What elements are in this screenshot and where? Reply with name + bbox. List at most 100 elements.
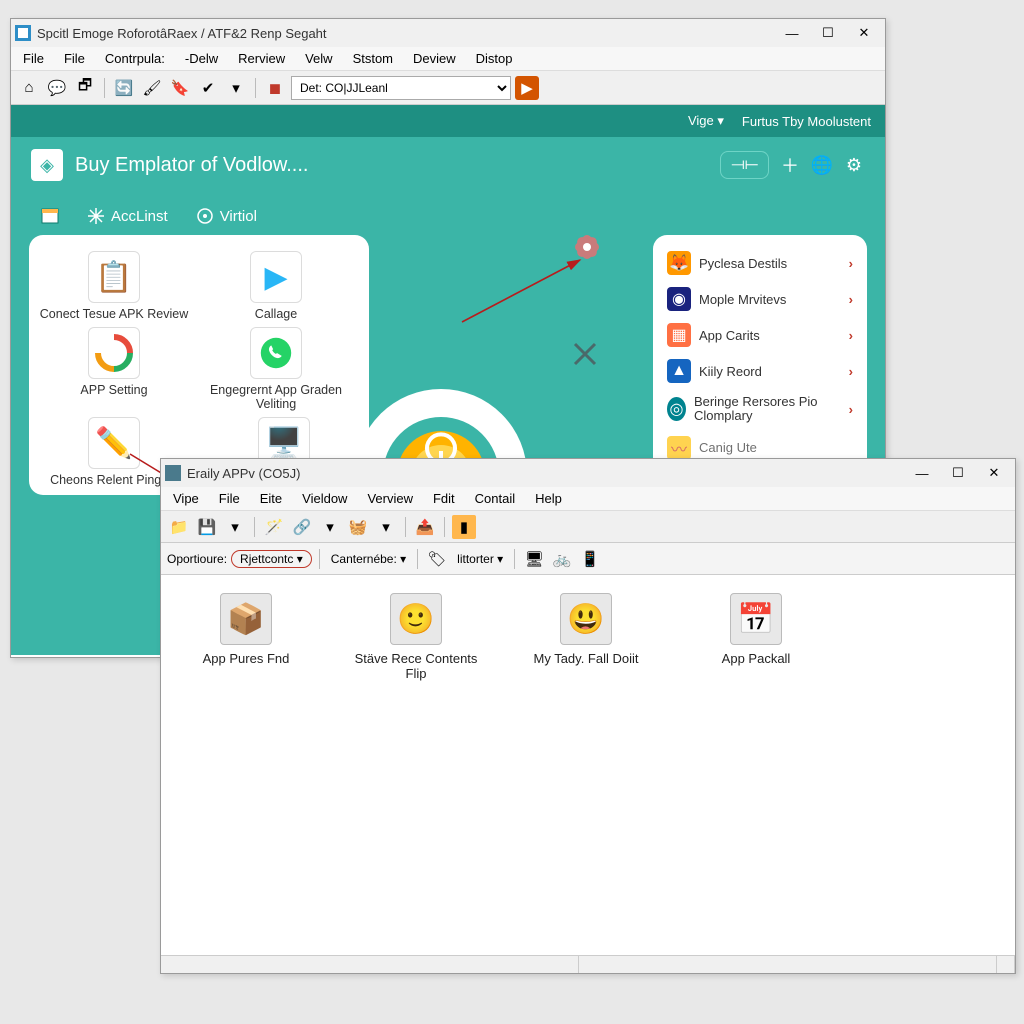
close-button[interactable]: ✕ <box>847 22 881 44</box>
left-app-panel: 📋 Conect Tesue APK Review ▶ Callage APP … <box>29 235 369 495</box>
close-button[interactable]: ✕ <box>977 462 1011 484</box>
maximize-button[interactable]: ☐ <box>811 22 845 44</box>
filter-drop-3[interactable]: littorter ▾ <box>453 552 507 566</box>
menu-deview[interactable]: Deview <box>405 49 464 68</box>
menu-delw[interactable]: -Delw <box>177 49 226 68</box>
expand-icon[interactable]: ⟞⟝ <box>720 151 769 179</box>
new-window-icon[interactable]: 🗗 <box>73 76 97 100</box>
item-app-packall[interactable]: 📅 App Packall <box>691 593 821 937</box>
top-strip-right[interactable]: Furtus Tby Moolustent <box>742 114 871 129</box>
list-label: Pyclesa Destils <box>699 256 787 271</box>
tag-icon[interactable]: 🏷 <box>425 547 449 571</box>
check-icon[interactable]: ✔ <box>196 76 220 100</box>
tab-virtiol[interactable]: Virtiol <box>196 207 257 225</box>
item-my-tady[interactable]: 😃 My Tady. Fall Doiit <box>521 593 651 937</box>
right-list-panel: 🦊 Pyclesa Destils › ◉ Mople Mrvitevs › ▦… <box>653 235 867 476</box>
list-label: Beringe Rersores Pio Clomplary <box>694 395 841 424</box>
app-callage[interactable]: ▶ Callage <box>199 251 353 321</box>
address-select[interactable]: Det: CO|JJLeanl <box>291 76 511 100</box>
link-icon[interactable]: 🔗 <box>290 515 314 539</box>
stop-icon[interactable]: ◼ <box>263 76 287 100</box>
item-stave[interactable]: 🙂 Stäve Rece Contents Flip <box>351 593 481 937</box>
item-app-pures[interactable]: 📦 App Pures Fnd <box>181 593 311 937</box>
menu-contail[interactable]: Contail <box>467 489 523 508</box>
folder-icon[interactable]: 📁 <box>167 515 191 539</box>
menu-help[interactable]: Help <box>527 489 570 508</box>
tab-acclist[interactable]: AccLinst <box>87 207 168 225</box>
menu-verview[interactable]: Verview <box>359 489 421 508</box>
menu-file[interactable]: File <box>211 489 248 508</box>
chat-icon[interactable]: 💬 <box>45 76 69 100</box>
flag-icon[interactable]: ▮ <box>452 515 476 539</box>
tab-calendar[interactable] <box>41 207 59 225</box>
pencil-icon: ✏️ <box>88 417 140 469</box>
banner-logo: ◈ <box>31 149 63 181</box>
menu-file[interactable]: File <box>15 49 52 68</box>
filter-drop-1[interactable]: Rjettcontc ▾ <box>231 550 312 568</box>
app-conect[interactable]: 📋 Conect Tesue APK Review <box>37 251 191 321</box>
list-item-kiily[interactable]: ▲ Kiily Reord › <box>661 353 859 389</box>
menu-eite[interactable]: Eite <box>252 489 290 508</box>
item-label: Stäve Rece Contents Flip <box>351 651 481 681</box>
top-strip-left[interactable]: Vige ▾ <box>688 113 724 129</box>
wand-icon[interactable]: 🪄 <box>262 515 286 539</box>
gear-icon[interactable]: ⚙ <box>843 154 865 176</box>
toolbar: ⌂ 💬 🗗 🔄 🖌 🔖 ✔ ▾ ◼ Det: CO|JJLeanl ▶ <box>11 71 885 105</box>
separator <box>444 517 445 537</box>
list-item-app-carits[interactable]: ▦ App Carits › <box>661 317 859 353</box>
list-item-pyclesa[interactable]: 🦊 Pyclesa Destils › <box>661 245 859 281</box>
app-setting[interactable]: APP Setting <box>37 327 191 411</box>
menu-distop[interactable]: Distop <box>468 49 521 68</box>
app-engagement[interactable]: Engegrernt App Graden Veliting <box>199 327 353 411</box>
chevron-down-icon[interactable]: ▾ <box>374 515 398 539</box>
app-label: Conect Tesue APK Review <box>37 307 191 321</box>
go-icon[interactable]: ▶ <box>515 76 539 100</box>
circle-icon: ◎ <box>667 397 686 421</box>
list-item-beringe[interactable]: ◎ Beringe Rersores Pio Clomplary › <box>661 389 859 430</box>
separator <box>104 78 105 98</box>
refresh-icon[interactable]: 🔄 <box>112 76 136 100</box>
bike-icon[interactable]: 🚲 <box>550 547 574 571</box>
menu-contrpula[interactable]: Contrpula: <box>97 49 173 68</box>
separator <box>405 517 406 537</box>
phone-icon[interactable]: 📱 <box>578 547 602 571</box>
toolbar: 📁 💾 ▾ 🪄 🔗 ▾ 🧺 ▾ 📤 ▮ <box>161 511 1015 543</box>
list-item-mople[interactable]: ◉ Mople Mrvitevs › <box>661 281 859 317</box>
chevron-down-icon[interactable]: ▾ <box>223 515 247 539</box>
dropdown-icon[interactable]: ▾ <box>224 76 248 100</box>
home-icon[interactable]: ⌂ <box>17 76 41 100</box>
menu-ststom[interactable]: Ststom <box>345 49 401 68</box>
export-icon[interactable]: 📤 <box>413 515 437 539</box>
bookmark-icon[interactable]: 🔖 <box>168 76 192 100</box>
separator <box>514 549 515 569</box>
menu-fdit[interactable]: Fdit <box>425 489 463 508</box>
menu-rerview[interactable]: Rerview <box>230 49 293 68</box>
monitor-icon[interactable]: 🖥 <box>522 547 546 571</box>
swirl-icon: ◉ <box>667 287 691 311</box>
calendar-icon: 📅 <box>730 593 782 645</box>
menu-velw[interactable]: Velw <box>297 49 340 68</box>
menu-vieldow[interactable]: Vieldow <box>294 489 355 508</box>
basket-icon[interactable]: 🧺 <box>346 515 370 539</box>
menu-vipe[interactable]: Vipe <box>165 489 207 508</box>
banner-title: Buy Emplator of Vodlow.... <box>75 154 308 177</box>
tab-label: Virtiol <box>220 208 257 225</box>
smiley-hand-icon: 😃 <box>560 593 612 645</box>
brush-icon[interactable]: 🖌 <box>140 76 164 100</box>
item-label: App Pures Fnd <box>181 651 311 666</box>
chevron-right-icon: › <box>849 402 853 417</box>
menu-file2[interactable]: File <box>56 49 93 68</box>
minimize-button[interactable]: — <box>775 22 809 44</box>
menubar: File File Contrpula: -Delw Rerview Velw … <box>11 47 885 71</box>
maximize-button[interactable]: ☐ <box>941 462 975 484</box>
chevron-right-icon: › <box>849 292 853 307</box>
clipboard-icon: 📋 <box>88 251 140 303</box>
chevron-down-icon[interactable]: ▾ <box>318 515 342 539</box>
filter-drop-2[interactable]: Canternébe: ▾ <box>327 552 410 566</box>
plus-icon[interactable]: ＋ <box>779 154 801 176</box>
globe-icon[interactable]: 🌐 <box>811 154 833 176</box>
save-icon[interactable]: 💾 <box>195 515 219 539</box>
triangle-icon: ▲ <box>667 359 691 383</box>
snowflake-icon <box>87 207 105 225</box>
minimize-button[interactable]: — <box>905 462 939 484</box>
